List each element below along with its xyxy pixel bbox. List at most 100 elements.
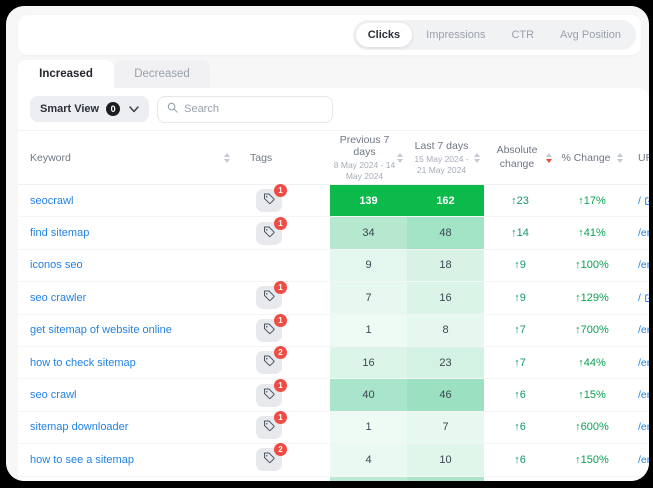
- absolute-change-cell: ↑7: [484, 347, 556, 378]
- tag-chip-button[interactable]: 2: [256, 351, 282, 374]
- keyword-link[interactable]: sitemap downloader: [30, 421, 128, 433]
- tag-chip-button[interactable]: 1: [256, 189, 282, 212]
- tag-count-badge: 2: [274, 346, 287, 359]
- table-row: seo crawler 1 7 16 ↑9 ↑129% /: [18, 282, 649, 314]
- smart-view-dropdown[interactable]: Smart View 0: [30, 96, 149, 122]
- keyword-link[interactable]: how to see a sitemap: [30, 454, 134, 466]
- tag-count-badge: 1: [274, 281, 287, 294]
- tag-chip-button[interactable]: 1: [256, 416, 282, 439]
- tag-chip-button[interactable]: 1: [256, 384, 282, 407]
- sort-keyword[interactable]: [224, 153, 230, 163]
- sort-pct-change[interactable]: [617, 153, 623, 163]
- table-row: seocrawl 1 139 162 ↑23 ↑17% /: [18, 185, 649, 217]
- previous-value-cell: 4: [330, 444, 407, 475]
- absolute-change-cell: ↑6: [484, 379, 556, 410]
- pct-change-cell: ↑600%: [556, 412, 628, 443]
- last-value-cell: 162: [407, 185, 484, 216]
- table-row: how to check sitemap 2 16 23 ↑7 ↑44% /en: [18, 347, 649, 379]
- metric-tab-impressions[interactable]: Impressions: [414, 23, 497, 47]
- search-icon: [167, 100, 178, 118]
- smart-view-count-badge: 0: [106, 102, 120, 116]
- tab-decreased[interactable]: Decreased: [114, 60, 210, 88]
- previous-value-cell: 9: [330, 250, 407, 281]
- absolute-change-cell: ↑9: [484, 282, 556, 313]
- last-value-cell: 16: [407, 282, 484, 313]
- pct-change-cell: ↑44%: [556, 347, 628, 378]
- url-link[interactable]: /en: [638, 389, 649, 401]
- tag-count-badge: 1: [274, 217, 287, 230]
- table-row: find sitemap 1 34 48 ↑14 ↑41% /en: [18, 217, 649, 249]
- metric-tab-ctr[interactable]: CTR: [499, 23, 546, 47]
- url-link[interactable]: /: [638, 195, 649, 207]
- sort-previous[interactable]: [397, 153, 403, 163]
- absolute-change-cell: ↑6: [484, 412, 556, 443]
- metric-tab-clicks[interactable]: Clicks: [356, 23, 412, 47]
- table-header: Keyword Tags Previous 7 days 8 May 2024 …: [18, 130, 649, 185]
- metric-tab-avg-position[interactable]: Avg Position: [548, 23, 633, 47]
- last-value-cell: 10: [407, 444, 484, 475]
- table-row: [18, 477, 649, 481]
- keyword-link[interactable]: seocrawl: [30, 195, 73, 207]
- sort-absolute-change[interactable]: [546, 153, 552, 163]
- last-value-cell: 48: [407, 217, 484, 248]
- table-row: get sitemap of website online 1 1 8 ↑7 ↑…: [18, 315, 649, 347]
- keyword-link[interactable]: how to check sitemap: [30, 357, 136, 369]
- absolute-change-cell: [484, 477, 556, 481]
- tag-count-badge: 1: [274, 314, 287, 327]
- url-link[interactable]: /en: [638, 227, 649, 239]
- keyword-link[interactable]: get sitemap of website online: [30, 324, 172, 336]
- tag-chip-button[interactable]: 1: [256, 222, 282, 245]
- tag-icon: [263, 388, 275, 403]
- tag-icon: [263, 290, 275, 305]
- tab-increased[interactable]: Increased: [18, 60, 114, 88]
- keyword-link[interactable]: seo crawl: [30, 389, 76, 401]
- url-link[interactable]: /: [638, 292, 649, 304]
- absolute-change-cell: ↑23: [484, 185, 556, 216]
- table-body: seocrawl 1 139 162 ↑23 ↑17% / find site: [18, 185, 649, 481]
- tag-chip-button[interactable]: 1: [256, 286, 282, 309]
- app-window: ClicksImpressionsCTRAvg Position Increas…: [6, 6, 649, 481]
- previous-value-cell: 139: [330, 185, 407, 216]
- tag-count-badge: 1: [274, 379, 287, 392]
- sort-last[interactable]: [474, 153, 480, 163]
- tag-icon: [263, 323, 275, 338]
- url-link[interactable]: /en: [638, 454, 649, 466]
- pct-change-cell: ↑100%: [556, 250, 628, 281]
- url-link[interactable]: /en: [638, 421, 649, 433]
- pct-change-cell: ↑17%: [556, 185, 628, 216]
- external-link-icon: [644, 196, 649, 206]
- table-row: sitemap downloader 1 1 7 ↑6 ↑600% /en: [18, 412, 649, 444]
- table-toolbar: Smart View 0: [18, 88, 649, 130]
- keyword-link[interactable]: iconos seo: [30, 259, 83, 271]
- search-input[interactable]: [184, 103, 323, 115]
- url-text: /en: [638, 227, 649, 239]
- absolute-change-cell: ↑14: [484, 217, 556, 248]
- absolute-change-cell: ↑9: [484, 250, 556, 281]
- url-text: /en: [638, 421, 649, 433]
- pct-change-cell: [556, 477, 628, 481]
- previous-value-cell: 16: [330, 347, 407, 378]
- header-url-label: URL: [638, 152, 649, 164]
- keyword-link[interactable]: seo crawler: [30, 292, 86, 304]
- keyword-link[interactable]: find sitemap: [30, 227, 89, 239]
- last-value-cell: 18: [407, 250, 484, 281]
- url-link[interactable]: /em: [638, 259, 649, 271]
- last-value-cell: 8: [407, 315, 484, 346]
- last-value-cell: [407, 477, 484, 481]
- tag-chip-button[interactable]: 2: [256, 448, 282, 471]
- last-value-cell: 7: [407, 412, 484, 443]
- previous-value-cell: 1: [330, 315, 407, 346]
- table-row: iconos seo 9 18 ↑9 ↑100% /em: [18, 250, 649, 282]
- header-tags-label: Tags: [250, 152, 272, 164]
- table-row: how to see a sitemap 2 4 10 ↑6 ↑150% /en: [18, 444, 649, 476]
- url-link[interactable]: /en: [638, 324, 649, 336]
- tag-chip-button[interactable]: 1: [256, 319, 282, 342]
- tag-count-badge: 1: [274, 411, 287, 424]
- pct-change-cell: ↑150%: [556, 444, 628, 475]
- chevron-down-icon: [129, 106, 139, 113]
- header-absolute-change-label: Absolute change: [488, 144, 540, 170]
- absolute-change-cell: ↑7: [484, 315, 556, 346]
- url-link[interactable]: /en: [638, 357, 649, 369]
- increase-decrease-tabs: IncreasedDecreased: [18, 60, 210, 88]
- absolute-change-cell: ↑6: [484, 444, 556, 475]
